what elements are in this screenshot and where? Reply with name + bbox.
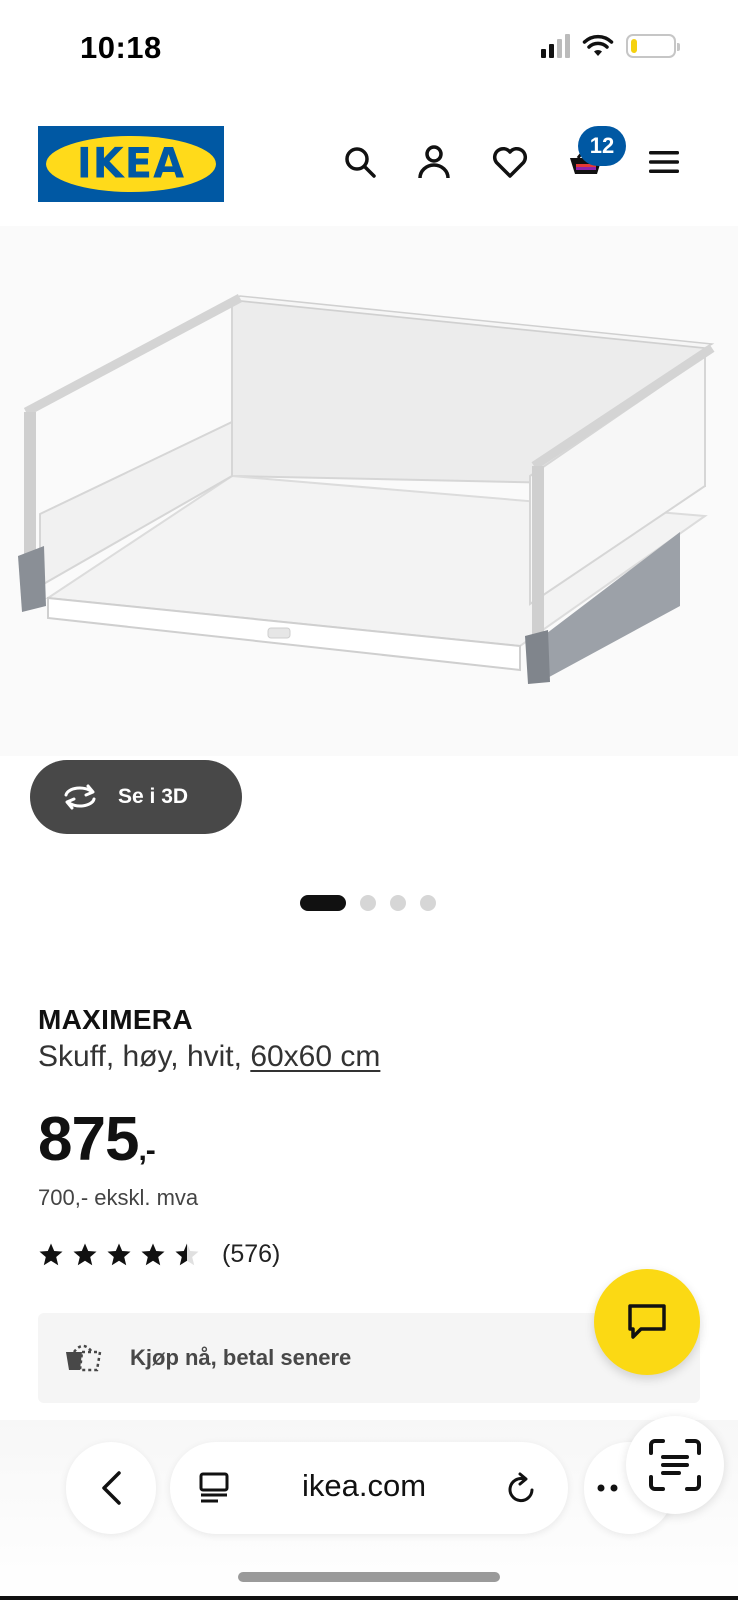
star-icon — [175, 1243, 199, 1266]
price-suffix: ,- — [138, 1134, 155, 1167]
cart-count-badge: 12 — [578, 126, 626, 166]
star-icon — [107, 1243, 131, 1266]
wifi-icon — [582, 34, 614, 56]
chat-icon — [628, 1304, 666, 1339]
status-bar: 10:18 — [0, 0, 738, 100]
text-scan-icon — [649, 1439, 701, 1491]
rating-stars — [38, 1242, 200, 1267]
gallery-dot-3[interactable] — [390, 895, 406, 911]
logo-text: IKEA — [76, 139, 186, 189]
view-in-3d-label: Se i 3D — [118, 785, 189, 808]
gallery-dot-4[interactable] — [420, 895, 436, 911]
screen-bottom-edge — [0, 1596, 738, 1600]
product-name: MAXIMERA — [38, 1004, 193, 1035]
battery-icon — [626, 34, 680, 58]
battery-fill — [631, 39, 637, 53]
product-image[interactable] — [0, 226, 738, 756]
price-value: 875 — [38, 1105, 139, 1174]
drawer-illustration — [18, 294, 715, 684]
star-icon — [141, 1243, 165, 1266]
buy-now-pay-later-label: Kjøp nå, betal senere — [130, 1345, 352, 1370]
reload-icon[interactable] — [506, 1470, 538, 1506]
product-type: Skuff, høy, hvit, — [38, 1040, 251, 1073]
url-text: ikea.com — [302, 1468, 427, 1503]
gallery-pagination — [300, 895, 436, 911]
tabs-icon — [199, 1472, 229, 1503]
gallery-dot-2[interactable] — [360, 895, 376, 911]
rotate-3d-icon — [64, 784, 96, 810]
address-bar[interactable]: ikea.com — [170, 1442, 568, 1534]
cellular-signal-icon — [541, 34, 570, 58]
menu-button[interactable] — [642, 140, 686, 184]
chat-button[interactable] — [594, 1269, 700, 1375]
text-scan-button[interactable] — [626, 1416, 724, 1514]
back-icon — [102, 1471, 121, 1505]
browser-toolbar: ikea.com — [0, 1416, 738, 1600]
status-icons — [541, 34, 680, 58]
logo-oval: IKEA — [46, 136, 216, 192]
menu-icon — [649, 151, 679, 173]
view-in-3d-button[interactable]: Se i 3D — [30, 760, 242, 834]
favorites-button[interactable] — [488, 140, 532, 184]
product-rating[interactable]: (576) — [38, 1240, 280, 1269]
status-time: 10:18 — [80, 30, 162, 65]
account-button[interactable] — [412, 140, 456, 184]
ikea-logo[interactable]: IKEA — [38, 126, 224, 202]
product-price: 875,- — [38, 1104, 156, 1175]
account-icon — [418, 145, 450, 179]
search-icon — [345, 147, 376, 178]
star-icon — [73, 1243, 97, 1266]
back-button[interactable] — [66, 1442, 156, 1534]
price-excl-vat: 700,- ekskl. mva — [38, 1185, 199, 1210]
product-dimensions-link[interactable]: 60x60 cm — [250, 1040, 380, 1073]
payment-bag-icon — [66, 1344, 102, 1372]
search-button[interactable] — [338, 140, 382, 184]
star-icon — [39, 1243, 63, 1266]
gallery-dot-1[interactable] — [300, 895, 346, 911]
home-indicator — [238, 1572, 500, 1582]
rating-count: (576) — [222, 1240, 281, 1268]
heart-icon — [493, 147, 527, 178]
site-header: IKEA 12 — [0, 126, 738, 202]
product-description: Skuff, høy, hvit, 60x60 cm — [38, 1040, 380, 1074]
cart-button[interactable]: 12 — [564, 126, 626, 184]
